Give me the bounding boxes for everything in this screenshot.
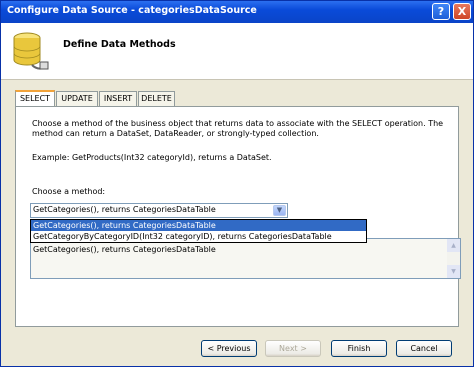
finish-button[interactable]: Finish (331, 340, 387, 357)
select-tab-panel: Choose a method of the business object t… (15, 106, 461, 327)
tab-insert[interactable]: INSERT (99, 91, 137, 106)
method-option-getcategories[interactable]: GetCategories(), returns CategoriesDataT… (31, 220, 366, 231)
scroll-down-icon[interactable]: ▼ (447, 265, 460, 278)
window-title: Configure Data Source - categoriesDataSo… (7, 5, 257, 16)
wizard-header: Define Data Methods (1, 23, 473, 80)
method-select[interactable]: GetCategories(), returns CategoriesDataT… (30, 203, 288, 218)
tab-delete[interactable]: DELETE (138, 91, 175, 106)
configure-data-source-dialog: Configure Data Source - categoriesDataSo… (0, 0, 474, 367)
method-signature-text: GetCategories(), returns CategoriesDataT… (33, 245, 216, 254)
cancel-button[interactable]: Cancel (396, 340, 452, 357)
scrollbar[interactable]: ▲ ▼ (447, 239, 460, 278)
chevron-down-icon[interactable]: ▼ (273, 205, 286, 216)
tab-update[interactable]: UPDATE (56, 91, 98, 106)
description-text: Choose a method of the business object t… (32, 119, 444, 138)
title-bar[interactable]: Configure Data Source - categoriesDataSo… (1, 1, 473, 23)
example-text: Example: GetProducts(Int32 categoryId), … (32, 153, 272, 162)
method-option-getcategorybycategoryid[interactable]: GetCategoryByCategoryID(Int32 categoryID… (31, 231, 366, 242)
close-button[interactable]: X (453, 3, 471, 20)
previous-button[interactable]: < Previous (201, 340, 257, 357)
scroll-up-icon[interactable]: ▲ (447, 239, 460, 252)
next-button[interactable]: Next > (265, 340, 321, 357)
choose-method-label: Choose a method: (32, 187, 106, 196)
method-signature-box: GetCategories(), returns CategoriesDataT… (30, 238, 461, 279)
database-icon (13, 32, 49, 70)
page-title: Define Data Methods (63, 39, 176, 50)
method-select-value: GetCategories(), returns CategoriesDataT… (33, 205, 216, 214)
method-dropdown-list: GetCategories(), returns CategoriesDataT… (30, 219, 367, 243)
help-button[interactable]: ? (432, 3, 450, 20)
